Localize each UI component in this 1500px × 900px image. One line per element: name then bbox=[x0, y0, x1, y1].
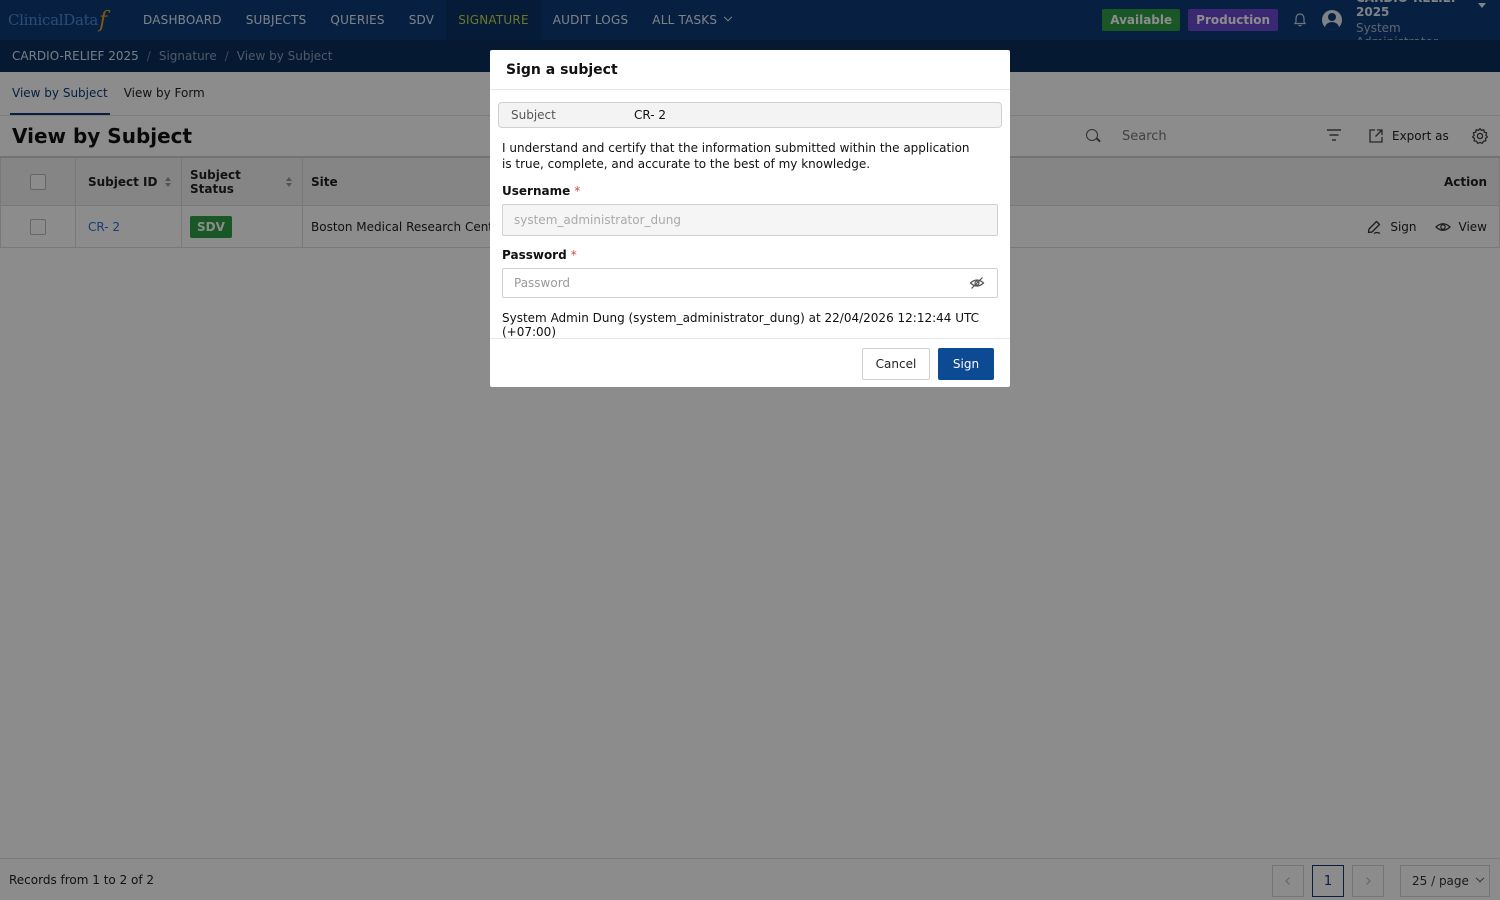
subject-summary-label: Subject bbox=[511, 108, 556, 122]
required-mark: * bbox=[570, 248, 577, 262]
certification-text: I understand and certify that the inform… bbox=[502, 141, 970, 171]
username-field: system_administrator_dung bbox=[502, 204, 998, 236]
username-label: Username * bbox=[502, 184, 580, 198]
username-label-text: Username bbox=[502, 184, 571, 198]
password-input[interactable] bbox=[502, 268, 998, 298]
password-label: Password * bbox=[502, 248, 577, 262]
dialog-footer: Cancel Sign bbox=[490, 338, 1010, 387]
sign-button[interactable]: Sign bbox=[938, 348, 994, 380]
signature-meta: System Admin Dung (system_administrator_… bbox=[502, 311, 980, 339]
required-mark: * bbox=[574, 184, 581, 198]
eye-off-icon[interactable] bbox=[969, 275, 985, 291]
sign-subject-dialog: Sign a subject Subject CR- 2 I understan… bbox=[490, 50, 1010, 387]
subject-summary-value: CR- 2 bbox=[634, 108, 667, 122]
password-label-text: Password bbox=[502, 248, 567, 262]
subject-summary: Subject CR- 2 bbox=[498, 102, 1002, 128]
cancel-button[interactable]: Cancel bbox=[862, 348, 930, 380]
dialog-title: Sign a subject bbox=[490, 50, 1010, 90]
